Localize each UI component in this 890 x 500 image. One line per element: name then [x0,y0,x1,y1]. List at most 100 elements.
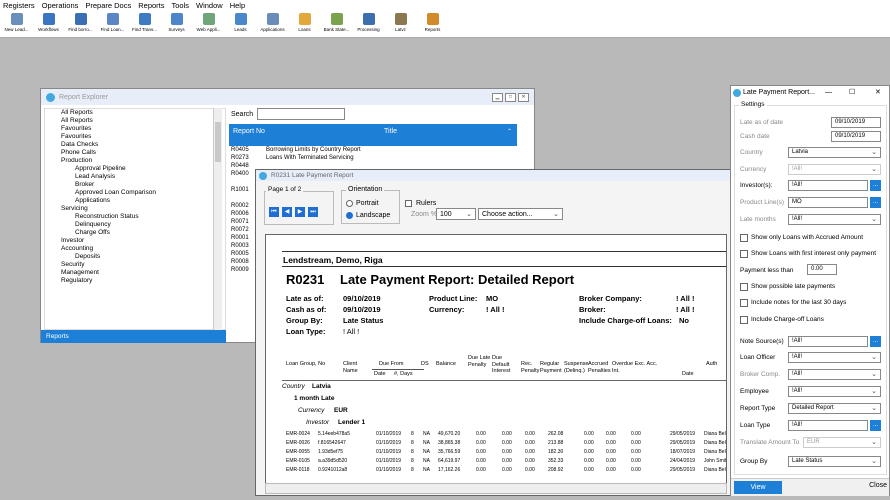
browse-button[interactable]: ... [870,180,881,191]
rulers-checkbox[interactable] [405,200,412,207]
translate-select[interactable]: EUR ⌄ [803,437,881,448]
group-by-select[interactable]: Late Status ⌄ [788,456,881,467]
next-page-button[interactable]: ▶ [295,207,305,217]
payment-less-input[interactable]: 0.00 [807,264,837,275]
tree-item[interactable]: Data Checks [45,141,225,149]
close-button[interactable]: ✕ [518,92,529,102]
menu-item-6[interactable]: Help [230,1,245,10]
toolbar-button-11[interactable]: Processing [355,11,382,37]
minimize-button[interactable]: — [825,86,832,100]
reports-tab[interactable]: Reports [41,330,226,343]
toolbar-button-3[interactable]: Find Loan... [99,11,126,37]
view-button[interactable]: View [734,481,782,494]
portrait-radio[interactable] [346,200,353,207]
employee-select[interactable]: !All! ⌄ [788,386,881,397]
close-dialog-button[interactable]: Close [843,482,887,489]
toolbar-button-13[interactable]: Reports [419,11,446,37]
tree-item[interactable]: Servicing [45,205,225,213]
checkbox[interactable] [740,234,748,242]
settings-titlebar[interactable]: Late Payment Report... — ☐ ✕ [731,86,889,100]
cash-date-input[interactable]: 09/10/2019 [831,131,881,142]
preview-horizontal-scrollbar[interactable] [265,483,727,494]
landscape-radio[interactable] [346,212,353,219]
tree-item[interactable]: Production [45,157,225,165]
column-header[interactable]: Due Default Interest [492,355,518,375]
action-select[interactable]: Choose action... ⌄ [478,208,563,220]
tree-item[interactable]: Applications [45,197,225,205]
column-header[interactable]: Overdue Exc. Acc. Int. [612,361,660,374]
tree-item[interactable]: Favourites [45,125,225,133]
late-as-of-input[interactable]: 09/10/2019 [831,117,881,128]
toolbar-button-2[interactable]: Find borro... [67,11,94,37]
investor-input[interactable]: !All! [788,180,868,191]
toolbar-button-7[interactable]: Leads [227,11,254,37]
browse-button[interactable]: ... [870,420,881,431]
toolbar-button-6[interactable]: Web Appli... [195,11,222,37]
column-header[interactable]: Accrued Penalties [588,361,614,374]
tree-item[interactable]: Accounting [45,245,225,253]
preview-titlebar[interactable]: R0231 Late Payment Report [256,170,730,181]
menu-item-1[interactable]: Operations [42,1,79,10]
product-input[interactable]: MO [788,197,868,208]
currency-select[interactable]: !All! ⌄ [788,164,881,175]
tree-item[interactable]: Favourites [45,133,225,141]
tree-item[interactable]: Charge Offs [45,229,225,237]
tree-scrollbar[interactable] [213,108,222,330]
tree-item[interactable]: Approved Loan Comparison [45,189,225,197]
toolbar-button-9[interactable]: Loans [291,11,318,37]
toolbar-button-5[interactable]: Surveys [163,11,190,37]
close-button[interactable]: ✕ [875,86,881,100]
column-header[interactable]: Regular Payment [540,361,566,374]
tree-item[interactable]: Deposits [45,253,225,261]
tree-item[interactable]: Phone Calls [45,149,225,157]
tree-item[interactable]: Lead Analysis [45,173,225,181]
chevron-up-icon[interactable]: ⌃ [507,128,512,135]
column-header[interactable]: Due Late Penalty [468,355,494,368]
tree-item[interactable]: Reconstruction Status [45,213,225,221]
toolbar-button-8[interactable]: Applications [259,11,286,37]
col-title[interactable]: Title [384,128,397,135]
tree-item[interactable]: Delinquency [45,221,225,229]
report-explorer-titlebar[interactable]: Report Explorer ▁ □ ✕ [41,89,534,105]
checkbox[interactable] [740,316,748,324]
tree-item[interactable]: Regulatory [45,277,225,285]
toolbar-button-0[interactable]: New Lead... [3,11,30,37]
toolbar-button-1[interactable]: Workflows [35,11,62,37]
country-select[interactable]: Latvia ⌄ [788,147,881,158]
menu-item-5[interactable]: Window [196,1,223,10]
tree-item[interactable]: Broker [45,181,225,189]
first-page-button[interactable]: ⏮ [269,207,279,217]
late-months-select[interactable]: !All! ⌄ [788,214,881,225]
last-page-button[interactable]: ⏭ [308,207,318,217]
column-header[interactable]: Client Name [343,361,369,374]
checkbox[interactable] [740,299,748,307]
browse-button[interactable]: ... [870,197,881,208]
browse-button[interactable]: ... [870,336,881,347]
search-input[interactable] [257,108,345,120]
tree-item[interactable]: Management [45,269,225,277]
menu-item-3[interactable]: Reports [138,1,164,10]
note-source-input[interactable]: !All! [788,336,868,347]
tree-item[interactable]: Investor [45,237,225,245]
toolbar-button-10[interactable]: Bank State... [323,11,350,37]
zoom-select[interactable]: 100 ⌄ [436,208,476,220]
menu-item-4[interactable]: Tools [172,1,190,10]
broker-comp-select[interactable]: !All! ⌄ [788,369,881,380]
col-report-no[interactable]: Report No [233,128,265,135]
tree-item[interactable]: All Reports [45,117,225,125]
tree-item[interactable]: Security [45,261,225,269]
tree-item[interactable]: All Reports [45,109,225,117]
minimize-button[interactable]: ▁ [492,92,503,102]
prev-page-button[interactable]: ◀ [282,207,292,217]
toolbar-button-12[interactable]: Latvz [387,11,414,37]
toolbar-button-4[interactable]: Find Trans... [131,11,158,37]
column-header[interactable]: Loan Group, No [286,361,326,368]
maximize-button[interactable]: □ [505,92,516,102]
report-row[interactable]: R0273 Loans With Terminated Servicing [229,154,517,162]
checkbox[interactable] [740,250,748,258]
loan-officer-select[interactable]: !All! ⌄ [788,352,881,363]
column-header[interactable]: Suspense (Delinq.) [564,361,590,374]
report-type-select[interactable]: Detailed Report ⌄ [788,403,881,414]
report-row[interactable]: R0405 Borrowing Limits by Country Report [229,146,517,154]
checkbox[interactable] [740,283,748,291]
